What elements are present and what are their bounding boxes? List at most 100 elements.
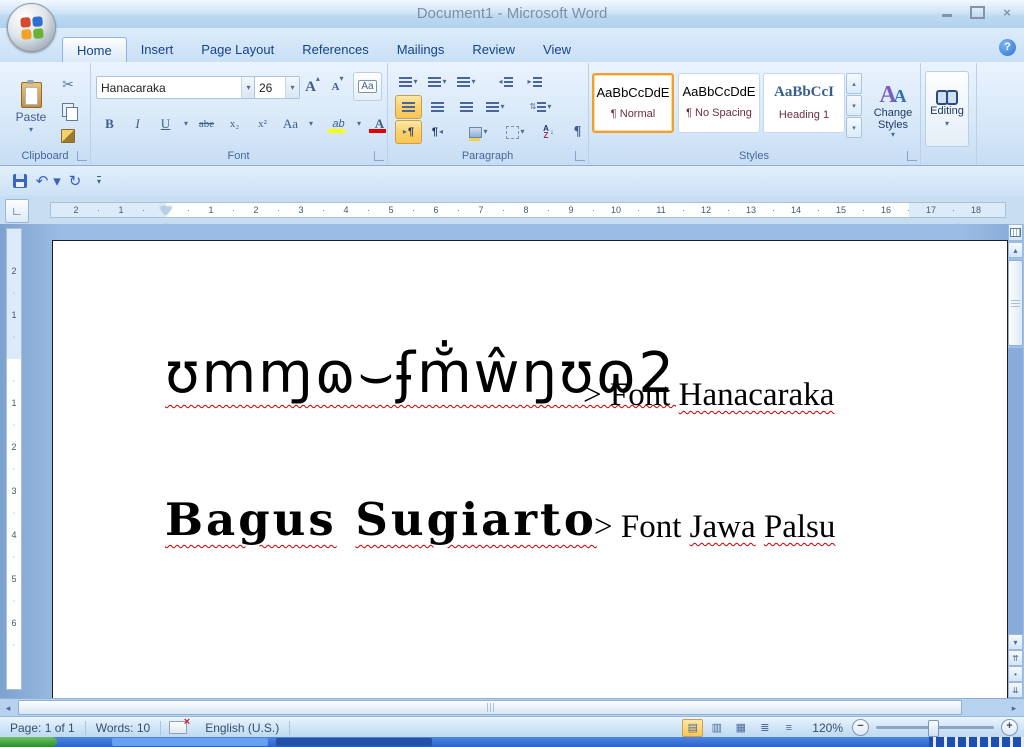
language-indicator[interactable]: English (U.S.) [195, 721, 289, 735]
tab-mailings[interactable]: Mailings [383, 37, 459, 62]
editing-button[interactable]: Editing ▾ [925, 71, 969, 147]
bold-button[interactable]: B [96, 112, 123, 135]
clipboard-dialog-launcher[interactable] [77, 151, 87, 161]
underline-dropdown-icon[interactable]: ▾ [180, 112, 192, 135]
font-name-combobox[interactable]: Hanacaraka ▾ [96, 76, 256, 99]
show-hide-pilcrow-button[interactable]: ¶ [564, 120, 591, 144]
web-layout-view-button[interactable]: ▦ [730, 719, 751, 737]
horizontal-scrollbar[interactable]: ◂ ▸ [0, 698, 1024, 717]
styles-scroll-up-button[interactable]: ▴ [846, 73, 862, 94]
office-button[interactable] [7, 3, 56, 52]
decrease-indent-button[interactable]: ◂ [492, 70, 519, 94]
vertical-scroll-thumb[interactable] [1008, 260, 1023, 346]
scroll-right-button[interactable]: ▸ [1006, 700, 1022, 716]
ruler-toggle-button[interactable] [1008, 224, 1023, 241]
maximize-button[interactable] [968, 6, 986, 19]
underline-button[interactable]: U [152, 112, 179, 135]
copy-button[interactable] [56, 99, 80, 121]
tab-selector-button[interactable]: ∟ [5, 199, 29, 223]
shrink-font-button[interactable]: A ▾ [325, 74, 350, 100]
save-button[interactable] [8, 170, 32, 192]
font-dialog-launcher[interactable] [374, 151, 384, 161]
right-to-left-button[interactable]: ¶ ◂ [424, 120, 451, 144]
annotation-line2[interactable]: > Font Jawa Palsu [594, 509, 835, 546]
draft-view-button[interactable]: ≡ [778, 719, 799, 737]
zoom-out-button[interactable]: − [852, 719, 869, 736]
qat-customize-button[interactable]: ▾ [88, 170, 110, 192]
paragraph-dialog-launcher[interactable] [575, 151, 585, 161]
justify-button[interactable]: ▾ [482, 95, 509, 119]
font-size-combobox[interactable]: 26 ▾ [254, 76, 300, 99]
redo-button[interactable]: ↻ [62, 170, 88, 192]
next-page-button[interactable]: ⇊ [1008, 682, 1023, 698]
italic-button[interactable]: I [124, 112, 151, 135]
tab-insert[interactable]: Insert [127, 37, 188, 62]
paste-button[interactable]: Paste ▾ [8, 71, 54, 145]
vertical-scrollbar[interactable]: ▴ ▾ ⇈ • ⇊ [1008, 224, 1024, 698]
minimize-button[interactable] [938, 6, 956, 19]
multilevel-list-button[interactable]: ▾ [453, 70, 480, 94]
h-ruler[interactable]: 2 1 1 2 3 4 5 6 7 8 9 10 11 12 13 14 15 16 17 18 · · · · · · · · · · ·… [50, 202, 1006, 231]
font-size-dropdown-icon[interactable]: ▾ [285, 77, 299, 98]
start-button[interactable] [0, 737, 57, 747]
taskbar-item[interactable] [276, 738, 432, 746]
align-center-button[interactable] [424, 95, 451, 119]
word-count[interactable]: Words: 10 [86, 721, 160, 735]
styles-gallery-expand-button[interactable]: ▾ [846, 117, 862, 138]
help-icon[interactable]: ? [999, 39, 1016, 56]
jawa-palsu-text-line[interactable]: Bagus Sugiarto [165, 493, 597, 546]
annotation-line1[interactable]: > Font Hanacaraka [583, 377, 834, 414]
borders-button[interactable]: ▾ [498, 120, 533, 144]
style-heading1[interactable]: AaBbCcI Heading 1 [763, 73, 845, 133]
system-tray[interactable] [929, 737, 1024, 747]
align-right-button[interactable] [453, 95, 480, 119]
zoom-slider-track[interactable] [876, 720, 994, 737]
shading-button[interactable]: ▾ [461, 120, 496, 144]
tab-view[interactable]: View [529, 37, 585, 62]
clear-formatting-button[interactable]: Aa [353, 72, 382, 101]
grow-font-button[interactable]: A ▴ [299, 74, 326, 100]
previous-page-button[interactable]: ⇈ [1008, 650, 1023, 666]
format-painter-button[interactable] [56, 125, 80, 147]
styles-scroll-down-button[interactable]: ▾ [846, 95, 862, 116]
zoom-in-button[interactable]: + [1001, 719, 1018, 736]
text-highlight-button[interactable]: ab [325, 112, 352, 135]
close-button[interactable]: × [998, 5, 1016, 20]
print-layout-view-button[interactable]: ▤ [682, 718, 704, 737]
scroll-up-button[interactable]: ▴ [1008, 242, 1023, 258]
page-indicator[interactable]: Page: 1 of 1 [0, 721, 85, 735]
change-styles-button[interactable]: AA Change Styles ▾ [869, 69, 917, 153]
subscript-button[interactable]: x₂ [221, 112, 248, 135]
font-name-dropdown-icon[interactable]: ▾ [241, 77, 255, 98]
vertical-scroll-track[interactable] [1008, 348, 1023, 634]
highlight-dropdown-icon[interactable]: ▾ [353, 112, 365, 135]
full-screen-reading-view-button[interactable]: ▥ [706, 719, 727, 737]
sort-button[interactable]: A Z ↓ [535, 120, 562, 144]
zoom-level[interactable]: 120% [812, 721, 843, 735]
style-normal[interactable]: AaBbCcDdE ¶ Normal [592, 73, 674, 133]
outline-view-button[interactable]: ≣ [754, 719, 775, 737]
line-spacing-button[interactable]: ⇅ ▾ [523, 95, 558, 119]
align-left-button[interactable] [395, 95, 422, 119]
scroll-left-button[interactable]: ◂ [0, 700, 16, 716]
proofing-errors-icon[interactable] [169, 716, 190, 734]
undo-dropdown-icon[interactable]: ▾ [52, 170, 62, 192]
superscript-button[interactable]: x² [249, 112, 276, 135]
scroll-down-button[interactable]: ▾ [1008, 634, 1023, 650]
tab-review[interactable]: Review [458, 37, 529, 62]
tab-references[interactable]: References [288, 37, 382, 62]
change-case-button[interactable]: Aa [277, 112, 304, 135]
zoom-slider-thumb[interactable] [928, 720, 939, 737]
styles-dialog-launcher[interactable] [907, 151, 917, 161]
tab-page-layout[interactable]: Page Layout [187, 37, 288, 62]
horizontal-scroll-thumb[interactable] [18, 700, 962, 715]
left-to-right-button[interactable]: ▸ ¶ [395, 120, 422, 144]
bullets-button[interactable]: ▾ [395, 70, 422, 94]
tab-home[interactable]: Home [62, 37, 127, 62]
increase-indent-button[interactable]: ▸ [521, 70, 548, 94]
undo-button[interactable]: ↶ [32, 170, 52, 192]
numbering-button[interactable]: ▾ [424, 70, 451, 94]
page[interactable]: ʊmɱɷ⌣ʄm̐ŵŋʊɷ2 > Font Hanacaraka Bagus Su… [52, 240, 1008, 698]
v-ruler[interactable]: 2 1 1 2 3 4 5 6 · · · · · · · · · [6, 228, 22, 690]
change-case-dropdown-icon[interactable]: ▾ [305, 112, 317, 135]
